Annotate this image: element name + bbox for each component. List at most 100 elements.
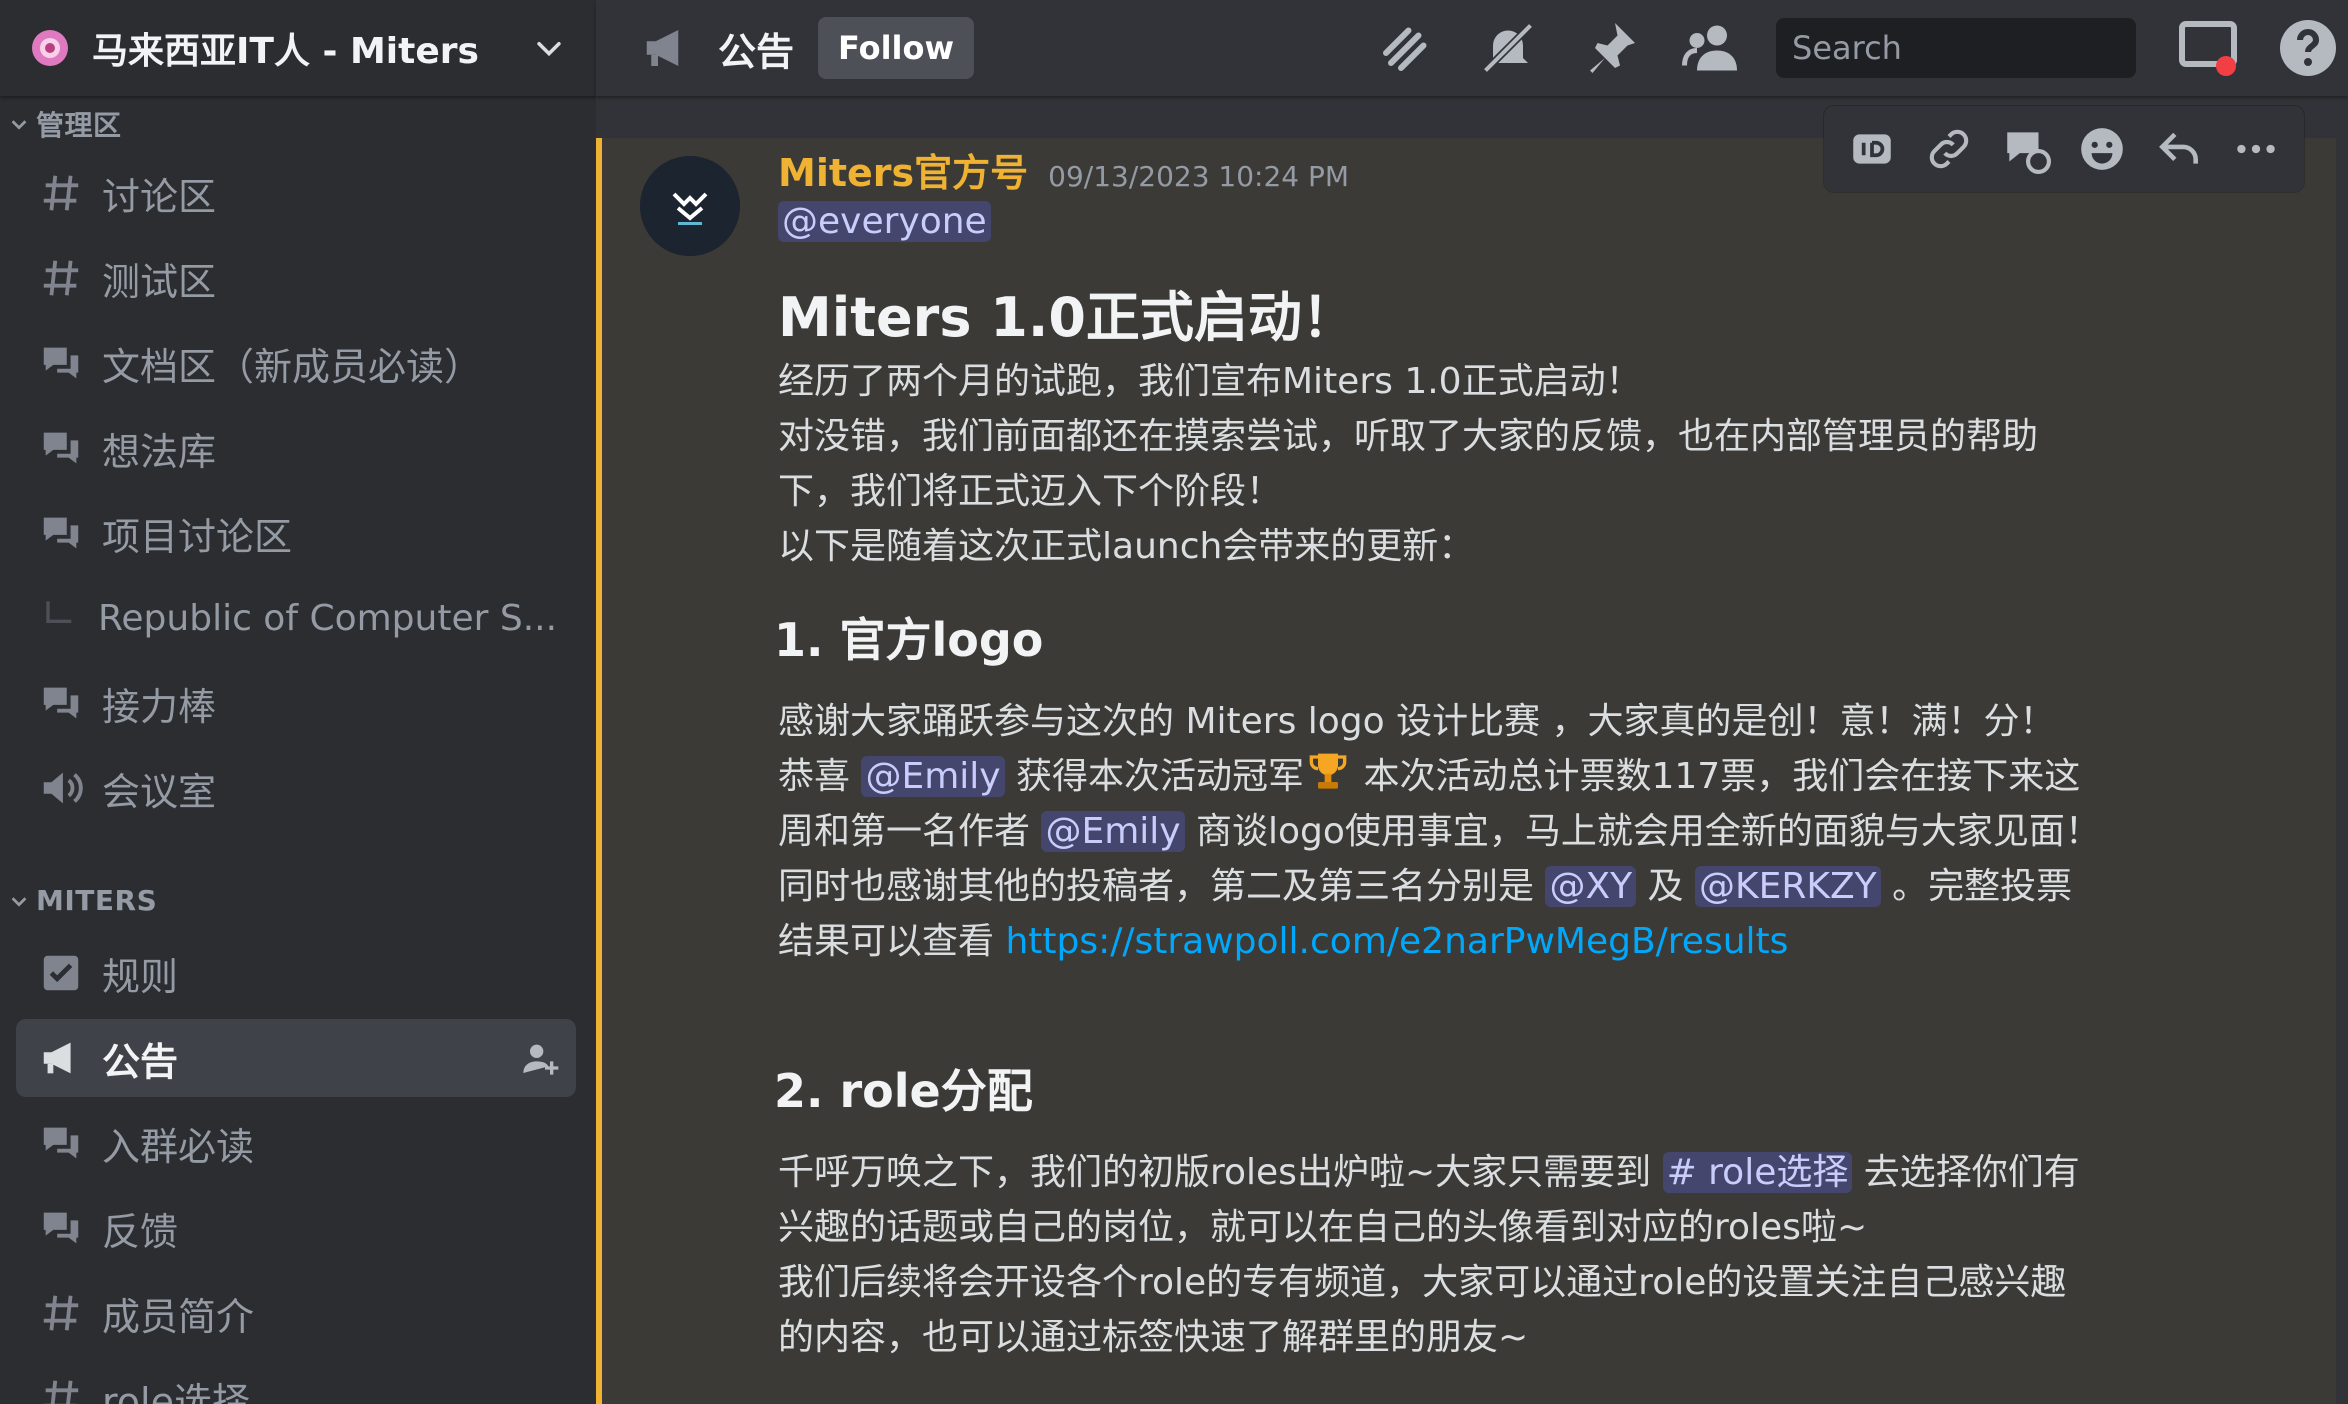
forum-channel-icon: [43, 687, 79, 719]
channel-header: 公告 Follow: [596, 0, 2348, 96]
chevron-down-icon: [11, 120, 27, 130]
paragraph: 经历了两个月的试跑，我们宣布Miters 1.0正式启动！: [778, 361, 1642, 402]
channel-item[interactable]: 入群必读: [16, 1104, 576, 1182]
poll-link[interactable]: https://strawpoll.com/e2narPwMegB/result…: [1005, 921, 1788, 962]
channel-item[interactable]: 讨论区: [16, 154, 576, 232]
channel-label: 入群必读: [102, 1124, 255, 1169]
message-header: Miters官方号 09/13/2023 10:24 PM: [778, 142, 2248, 197]
text: 恭喜: [778, 756, 862, 797]
channel-item[interactable]: 测试区: [16, 239, 576, 317]
user-mention[interactable]: @KERKZY: [1695, 866, 1881, 907]
category-label: 管理区: [36, 109, 122, 142]
paragraph: 同时也感谢其他的投稿者，第二及第三名分别是 @XY 及 @KERKZY 。完整投…: [778, 859, 2248, 914]
channel-label: 成员简介: [102, 1294, 255, 1339]
channel-mention[interactable]: # role选择: [1662, 1152, 1853, 1193]
header-toolbar: [1376, 0, 1784, 96]
channel-item-active[interactable]: 公告: [16, 1019, 576, 1097]
rules-icon: [43, 955, 79, 991]
channel-item[interactable]: 规则: [16, 934, 576, 1012]
text: 本次活动总计票数117票，我们会在接下来这: [1352, 756, 2081, 797]
channel-item[interactable]: 成员简介: [16, 1274, 576, 1352]
channel-label: 讨论区: [102, 174, 217, 219]
channel-label: 项目讨论区: [102, 514, 293, 559]
trophy-icon: [1309, 753, 1347, 789]
search-box[interactable]: [1776, 18, 2191, 78]
paragraph: 以下是随着这次正式launch会带来的更新：: [778, 526, 1475, 567]
follow-button[interactable]: Follow: [818, 17, 975, 79]
channel-item[interactable]: 会议室: [16, 749, 576, 827]
everyone-mention[interactable]: @everyone: [778, 201, 991, 242]
channel-item[interactable]: 文档区（新成员必读）: [16, 324, 576, 402]
forum-channel-icon: [43, 1212, 79, 1244]
search-input[interactable]: [1792, 29, 2191, 67]
category-miters[interactable]: MITERS: [8, 884, 157, 917]
add-member-icon[interactable]: [520, 1038, 560, 1078]
channel-item[interactable]: 接力棒: [16, 664, 576, 742]
text-channel-icon: [43, 260, 79, 296]
announcement-icon: [43, 1042, 71, 1074]
forum-channel-icon: [43, 517, 79, 549]
chevron-down-icon: [11, 896, 27, 907]
forum-channel-icon: [43, 1127, 79, 1159]
paragraph: 兴趣的话题或自己的岗位，就可以在自己的头像看到对应的roles啦~: [778, 1207, 1868, 1248]
text-channel-icon: [43, 1295, 79, 1331]
channel-label: 接力棒: [102, 684, 217, 729]
avatar[interactable]: [640, 156, 740, 256]
paragraph: 结果可以查看 https://strawpoll.com/e2narPwMegB…: [778, 914, 2248, 969]
timestamp[interactable]: 09/13/2023 10:24 PM: [1048, 160, 1349, 193]
paragraph: 的内容，也可以通过标签快速了解群里的朋友~: [778, 1317, 1529, 1358]
message[interactable]: Miters官方号 09/13/2023 10:24 PM @everyone …: [596, 106, 2336, 1404]
message-area: Miters官方号 09/13/2023 10:24 PM @everyone …: [596, 96, 2348, 1404]
notification-mute-icon[interactable]: [1478, 18, 1538, 78]
text: 获得本次活动冠军: [1004, 756, 1305, 797]
thread-label: Republic of Computer S...: [98, 597, 558, 639]
category-label: MITERS: [36, 884, 158, 917]
paragraph: 对没错，我们前面都还在摸索尝试，听取了大家的反馈，也在内部管理员的帮助: [778, 416, 2039, 457]
paragraph: 感谢大家踊跃参与这次的 Miters logo 设计比赛 ，大家真的是创！意！满…: [778, 701, 2056, 742]
text-channel-icon: [43, 1380, 79, 1404]
section-heading: 2. role分配: [774, 1064, 1033, 1118]
text: 去选择你们有: [1852, 1152, 2080, 1193]
channel-item[interactable]: 项目讨论区: [16, 494, 576, 572]
user-mention[interactable]: @Emily: [1041, 811, 1185, 852]
forum-channel-icon: [43, 347, 79, 379]
text: 同时也感谢其他的投稿者，第二及第三名分别是: [778, 866, 1546, 907]
channel-item[interactable]: role选择: [16, 1359, 576, 1404]
paragraph: 恭喜 @Emily 获得本次活动冠军 本次活动总计票数117票，我们会在接下来这: [778, 749, 2248, 804]
user-mention[interactable]: @XY: [1545, 866, 1637, 907]
thread-branch-icon: [46, 601, 72, 623]
message-body: Miters官方号 09/13/2023 10:24 PM @everyone …: [774, 138, 2248, 1365]
threads-icon[interactable]: [1376, 18, 1436, 78]
channel-label: 公告: [102, 1039, 179, 1084]
server-header[interactable]: 马来西亚IT人 - Miters: [0, 0, 596, 96]
author-name[interactable]: Miters官方号: [778, 142, 1028, 197]
text: 。完整投票: [1880, 866, 2073, 907]
channel-item[interactable]: 想法库: [16, 409, 576, 487]
pin-icon[interactable]: [1580, 18, 1640, 78]
channel-item[interactable]: 反馈: [16, 1189, 576, 1267]
paragraph: 周和第一名作者 @Emily 商谈logo使用事宜，马上就会用全新的面貌与大家见…: [778, 804, 2248, 859]
channel-sidebar: 马来西亚IT人 - Miters 管理区 讨论区 测试区 文档区（新成员必读） …: [0, 0, 596, 1404]
chevron-down-icon[interactable]: [532, 31, 566, 65]
text: 商谈logo使用事宜，马上就会用全新的面貌与大家见面！: [1184, 811, 2101, 852]
text: 结果可以查看: [778, 921, 1006, 962]
paragraph: 我们后续将会开设各个role的专有频道，大家可以通过role的设置关注自己感兴趣: [778, 1262, 2067, 1303]
paragraph: 千呼万唤之下，我们的初版roles出炉啦~大家只需要到 # role选择 去选择…: [778, 1145, 2248, 1200]
channel-label: 文档区（新成员必读）: [102, 344, 483, 389]
inbox-icon[interactable]: [2176, 16, 2240, 80]
stage-channel-icon: [43, 772, 83, 804]
paragraph: 下，我们将正式迈入下个阶段！: [778, 471, 1283, 512]
user-mention[interactable]: @Emily: [861, 756, 1005, 797]
server-logo-icon: [32, 30, 68, 66]
category-admin[interactable]: 管理区: [8, 104, 122, 144]
channel-label: 反馈: [102, 1209, 179, 1254]
thread-item[interactable]: Republic of Computer S...: [16, 579, 576, 657]
server-name: 马来西亚IT人 - Miters: [92, 31, 479, 72]
channel-label: role选择: [102, 1379, 250, 1404]
help-icon[interactable]: [2276, 16, 2340, 80]
announcement-icon: [646, 30, 679, 66]
forum-channel-icon: [43, 432, 79, 464]
channel-label: 想法库: [102, 429, 217, 474]
channel-label: 测试区: [102, 259, 217, 304]
member-list-icon[interactable]: [1682, 18, 1742, 78]
